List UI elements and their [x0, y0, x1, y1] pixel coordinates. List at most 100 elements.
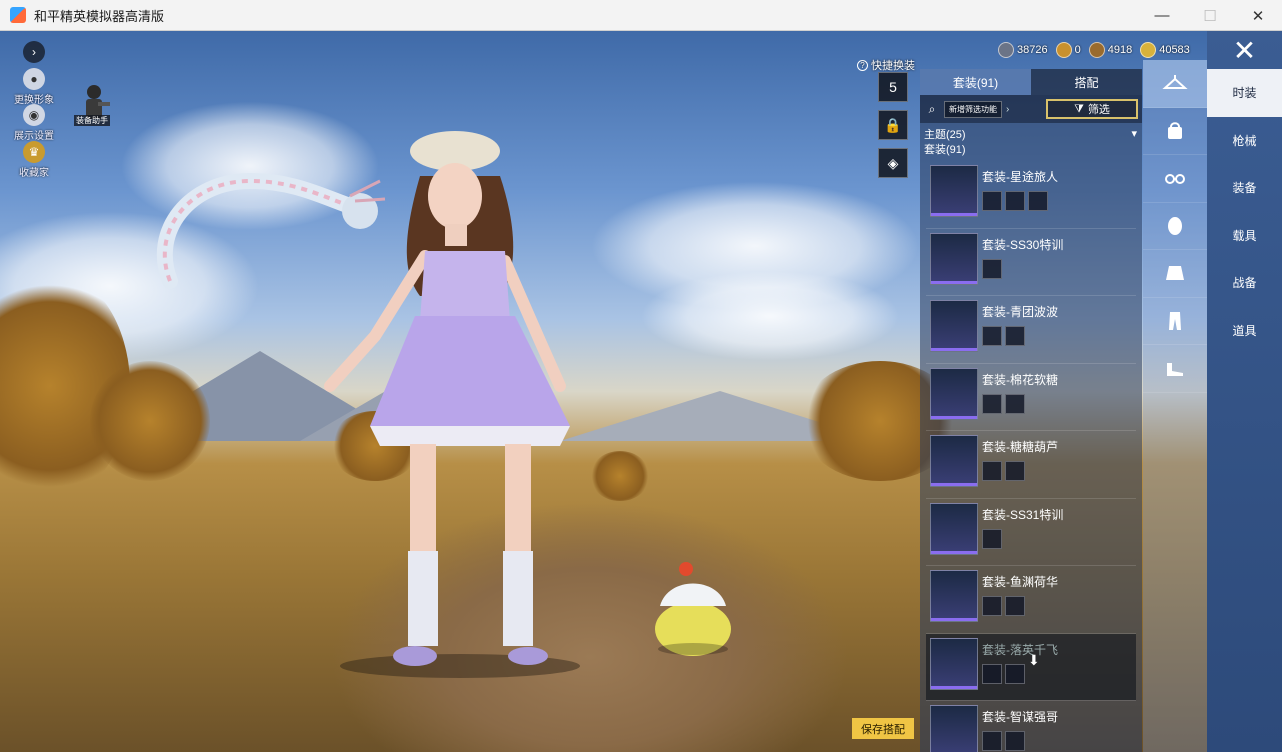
piece-icon[interactable]: [982, 393, 1002, 414]
caret-down-icon: ▾: [1131, 128, 1137, 140]
piece-icon[interactable]: [1005, 731, 1025, 751]
quick-switch-label[interactable]: ? 快捷换装: [857, 57, 915, 73]
list-item[interactable]: 套装-智谋强哥: [926, 701, 1136, 752]
suit-pieces: [982, 258, 1002, 279]
suit-name: 套装-智谋强哥: [982, 710, 1058, 724]
suit-name: 套装-棉花软糖: [982, 372, 1058, 387]
tab-battle-gear[interactable]: 战备: [1207, 259, 1282, 307]
piece-icon[interactable]: [1005, 663, 1025, 684]
suit-name: 套装-鱼渊荷华: [982, 575, 1058, 589]
piece-icon[interactable]: [1005, 326, 1025, 346]
suit-thumbnail: [930, 637, 978, 690]
close-panel-button[interactable]: ✕: [1207, 31, 1282, 69]
list-item[interactable]: 套装-落英千飞 ⬇: [926, 633, 1136, 701]
glasses-category-icon[interactable]: [1143, 155, 1207, 203]
medal-coin-icon: [1088, 42, 1105, 58]
maximize-button[interactable]: ☐: [1186, 0, 1234, 31]
suit-count-label: 套装(91): [924, 144, 966, 156]
minimize-button[interactable]: —: [1138, 0, 1186, 31]
list-item[interactable]: 套装-鱼渊荷华: [926, 566, 1136, 634]
outfit-slot-button[interactable]: 5: [878, 72, 908, 102]
person-icon: ●: [23, 68, 45, 90]
tab-equipment[interactable]: 装备: [1207, 164, 1282, 212]
display-settings-label: 展示设置: [14, 131, 54, 142]
gold-coin-icon: [1140, 42, 1157, 58]
suit-pieces: [982, 528, 1002, 549]
piece-icon[interactable]: [1028, 191, 1048, 211]
collector-button[interactable]: ♛ 收藏家: [10, 141, 58, 179]
tab-items[interactable]: 道具: [1207, 307, 1282, 355]
diamond-coin-icon: [998, 42, 1014, 58]
pants-category-icon[interactable]: [1143, 298, 1207, 345]
piece-icon[interactable]: [982, 326, 1002, 346]
download-icon[interactable]: ⬇: [1028, 652, 1040, 669]
suit-thumbnail: [930, 232, 978, 285]
filter-button[interactable]: ⧩ 筛选: [1046, 99, 1138, 119]
change-look-button[interactable]: ● 更换形象: [10, 68, 58, 106]
piece-icon[interactable]: [982, 461, 1002, 481]
theme-label: 主题(25): [924, 128, 966, 141]
piece-icon[interactable]: [982, 731, 1002, 751]
bag-category-icon[interactable]: [1143, 108, 1207, 155]
suit-thumbnail: [930, 502, 978, 555]
piece-icon[interactable]: [982, 191, 1002, 211]
search-icon[interactable]: ⌕: [924, 102, 940, 117]
piece-icon[interactable]: [982, 663, 1002, 684]
locked-slot-button[interactable]: 🔒: [878, 110, 908, 140]
piece-icon[interactable]: [982, 258, 1002, 279]
assistant-tag: 装备助手: [74, 115, 110, 126]
chevron-right-icon: ›: [23, 41, 45, 63]
mask-category-icon[interactable]: [1143, 203, 1207, 250]
close-icon: ✕: [1232, 34, 1257, 66]
suit-name: 套装-SS31特训: [982, 507, 1064, 522]
tab-vehicles[interactable]: 载具: [1207, 212, 1282, 260]
hanger-category-icon[interactable]: [1143, 60, 1207, 108]
tree-decoration: [590, 451, 650, 501]
equipment-assistant-button[interactable]: 装备助手: [74, 82, 112, 126]
shoes-category-icon[interactable]: [1143, 345, 1207, 393]
tab-firearms[interactable]: 枪械: [1207, 117, 1282, 165]
suit-name: 套装-糖糖葫芦: [982, 440, 1058, 454]
piece-icon[interactable]: [1005, 393, 1025, 414]
suit-name: 套装-青团波波: [982, 305, 1058, 319]
currency-bar: 38726 0 4918 40583: [998, 42, 1190, 58]
save-outfit-button[interactable]: 保存搭配: [852, 718, 914, 739]
piece-icon[interactable]: [1005, 461, 1025, 481]
piece-icon[interactable]: [982, 528, 1002, 549]
suit-thumbnail: [930, 435, 978, 487]
list-item[interactable]: 套装-青团波波: [926, 296, 1136, 364]
list-item[interactable]: 套装-糖糖葫芦: [926, 431, 1136, 499]
filter-label: 筛选: [1087, 104, 1110, 116]
display-settings-button[interactable]: ◉ 展示设置: [10, 104, 58, 142]
player-character: [324, 131, 580, 678]
list-item[interactable]: 套装-星途旅人: [926, 161, 1136, 229]
tab-suits[interactable]: 套装(91): [920, 69, 1031, 95]
jacket-category-icon[interactable]: [1143, 250, 1207, 298]
theme-dropdown[interactable]: 主题(25) ▾: [920, 123, 1142, 141]
tab-outfit[interactable]: 搭配: [1031, 69, 1142, 95]
close-window-button[interactable]: ✕: [1234, 0, 1282, 31]
currency-gold: 40583: [1140, 42, 1190, 58]
help-icon: ?: [857, 59, 868, 71]
piece-icon[interactable]: [1005, 596, 1025, 616]
shield-emblem-icon: ◈: [887, 154, 899, 171]
currency-value: 38726: [1017, 44, 1048, 56]
quick-switch-text: 快捷换装: [871, 60, 915, 72]
tab-fashion[interactable]: 时装: [1207, 69, 1282, 117]
expand-menu-button[interactable]: ›: [10, 41, 58, 63]
suit-list: 套装-星途旅人 套装-SS30特训 套装-青团波波 套装-棉花软糖 套装-糖糖葫…: [926, 161, 1136, 752]
search-filter-row: ⌕ 新增筛选功能 › ⧩ 筛选: [920, 95, 1142, 123]
category-icon-column: [1143, 60, 1207, 752]
list-item[interactable]: 套装-SS30特训: [926, 229, 1136, 296]
list-item[interactable]: 套装-棉花软糖: [926, 364, 1136, 431]
suit-pieces: [982, 326, 1025, 346]
a-coin-icon: [1055, 42, 1072, 58]
list-item[interactable]: 套装-SS31特训: [926, 499, 1136, 566]
piece-icon[interactable]: [982, 596, 1002, 616]
suit-pieces: [982, 731, 1025, 751]
suit-thumbnail: [930, 570, 978, 622]
piece-icon[interactable]: [1005, 191, 1025, 211]
suit-thumbnail: [930, 367, 978, 420]
emblem-slot-button[interactable]: ◈: [878, 148, 908, 178]
crown-badge-icon: ♛: [23, 141, 45, 163]
